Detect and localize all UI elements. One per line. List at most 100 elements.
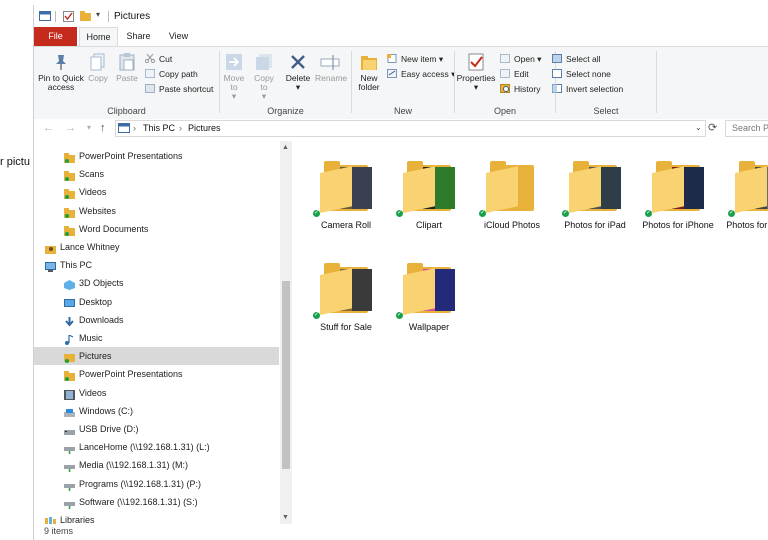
ribbon-tabs: File Home Share View [34,27,768,47]
move-to-button[interactable]: Move to ▾ [222,53,246,101]
nav-item-lance-whitney[interactable]: Lance Whitney [34,238,279,256]
edit-button[interactable]: Edit [500,67,529,81]
customize-quick-access-icon[interactable]: ▾ [96,10,107,20]
back-arrow-icon[interactable]: ← [43,122,54,134]
select-none-button[interactable]: Select none [552,67,611,81]
tab-file[interactable]: File [34,27,77,46]
folder-icon [320,268,352,315]
invert-selection-button[interactable]: Invert selection [552,82,623,96]
tab-view[interactable]: View [160,27,197,46]
item-count: 9 items [44,526,74,536]
rename-button[interactable]: Rename [315,53,347,83]
open-button[interactable]: Open ▾ [500,52,541,66]
nav-item-software-192-168-1-31-s[interactable]: Software (\\192.168.1.31) (S:) [34,493,279,511]
copy-path-button[interactable]: Copy path [145,67,198,81]
downloads-icon [64,315,75,327]
scrollbar-thumb[interactable] [282,281,290,469]
nav-item-3d-objects[interactable]: 3D Objects [34,274,279,292]
nav-item-windows-c[interactable]: Windows (C:) [34,402,279,420]
nav-scrollbar[interactable]: ▲ ▼ [280,141,292,524]
videos-icon [64,388,75,400]
select-none-label: Select none [566,69,611,79]
dropdown-arrow-icon: ▾ [231,91,237,101]
easy-access-button[interactable]: Easy access ▾ [387,67,455,81]
cut-button[interactable]: Cut [144,52,172,66]
breadcrumb-this-pc[interactable]: This PC [143,123,175,133]
nav-item-label: Videos [79,387,107,398]
paste-shortcut-icon [145,83,155,93]
nav-item-label: Videos [79,187,107,198]
folder-tile-camera-roll[interactable]: ✓ Camera Roll [306,153,386,249]
folder-tile-icloud-photos[interactable]: ✓ iCloud Photos [472,153,552,249]
nav-item-pictures[interactable]: Pictures [34,347,279,366]
search-box[interactable]: Search Pi [725,120,768,137]
tab-share[interactable]: Share [120,27,157,46]
new-item-label: New item [401,54,437,64]
pictures-icon [64,351,75,364]
folder-tile-wallpaper[interactable]: ✓ Wallpaper [389,255,469,351]
nav-item-label: Windows (C:) [79,405,134,416]
delete-button[interactable]: Delete ▾ [284,53,312,92]
select-none-icon [552,68,562,78]
forward-arrow-icon[interactable]: → [65,122,76,134]
up-arrow-icon[interactable]: ↑ [100,122,106,134]
paste-shortcut-label: Paste shortcut [159,84,214,94]
address-bar[interactable]: › This PC › Pictures ⌄ [115,120,706,137]
recent-locations-icon[interactable]: ▾ [87,123,91,132]
network-drive-icon [64,479,75,491]
nav-item-music[interactable]: Music [34,329,279,347]
explorer-app-icon[interactable] [39,11,51,21]
nav-item-downloads[interactable]: Downloads [34,311,279,329]
nav-item-desktop[interactable]: Desktop [34,293,279,311]
new-item-button[interactable]: New item ▾ [387,52,443,66]
folder-tile-stuff-for-sale[interactable]: ✓ Stuff for Sale [306,255,386,351]
pin-to-quick-access-button[interactable]: Pin to Quick access [37,53,85,92]
folder-tile-photos-for-iphone[interactable]: ✓ Photos for iPhone [638,153,718,249]
breadcrumb-pictures[interactable]: Pictures [188,123,221,133]
scroll-up-icon[interactable]: ▲ [282,144,289,151]
nav-item-videos[interactable]: Videos [34,384,279,402]
nav-item-scans[interactable]: Scans [34,165,279,183]
new-folder-quick-icon[interactable] [80,11,91,21]
folder-tile-clipart[interactable]: ✓ Clipart [389,153,469,249]
title-bar: ▾ Pictures [34,5,768,27]
nav-item-programs-192-168-1-31-p[interactable]: Programs (\\192.168.1.31) (P:) [34,475,279,493]
history-button[interactable]: History [500,82,540,96]
tab-home[interactable]: Home [79,27,118,47]
folder-label: Clipart [415,220,442,230]
paste-button[interactable]: Paste [115,53,139,83]
folder-label: Camera Roll [320,220,371,230]
properties-button[interactable]: Properties ▾ [456,53,496,92]
folder-tile-photos-for-ipad[interactable]: ✓ Photos for iPad [555,153,635,249]
folder-tile-photos-for-phone[interactable]: ✓ Photos for Phone [721,153,768,249]
nav-item-usb-drive-d[interactable]: USB Drive (D:) [34,420,279,438]
properties-quick-icon[interactable] [63,11,74,22]
sync-status-icon: ✓ [645,210,652,217]
nav-item-websites[interactable]: Websites [34,202,279,220]
nav-item-lancehome-192-168-1-31-l[interactable]: LanceHome (\\192.168.1.31) (L:) [34,438,279,456]
folder-thumbnail [435,269,455,311]
history-label: History [514,84,541,94]
refresh-icon[interactable]: ⟳ [708,121,717,134]
nav-item-media-192-168-1-31-m[interactable]: Media (\\192.168.1.31) (M:) [34,456,279,474]
copy-to-button[interactable]: Copy to ▾ [252,53,276,101]
scroll-down-icon[interactable]: ▼ [282,514,289,521]
address-dropdown-icon[interactable]: ⌄ [695,123,702,132]
nav-item-label: Word Documents [79,223,149,234]
new-folder-button[interactable]: New folder [354,53,384,92]
dropdown-arrow-icon: ▾ [473,82,479,92]
paste-shortcut-button[interactable]: Paste shortcut [145,82,213,96]
select-all-button[interactable]: Select all [552,52,601,66]
nav-item-this-pc[interactable]: This PC [34,256,279,274]
dropdown-arrow-icon: ▾ [261,91,267,101]
nav-item-powerpoint-presentations[interactable]: PowerPoint Presentations [34,147,279,165]
nav-item-videos[interactable]: Videos [34,183,279,201]
folder-label: Photos for Phone [726,220,768,230]
nav-item-powerpoint-presentations[interactable]: PowerPoint Presentations [34,365,279,383]
computer-icon [45,260,56,273]
nav-item-word-documents[interactable]: Word Documents [34,220,279,238]
nav-item-libraries[interactable]: Libraries [34,511,279,524]
sync-status-icon: ✓ [313,210,320,217]
copy-button[interactable]: Copy [86,53,110,83]
nav-item-label: This PC [60,260,93,271]
